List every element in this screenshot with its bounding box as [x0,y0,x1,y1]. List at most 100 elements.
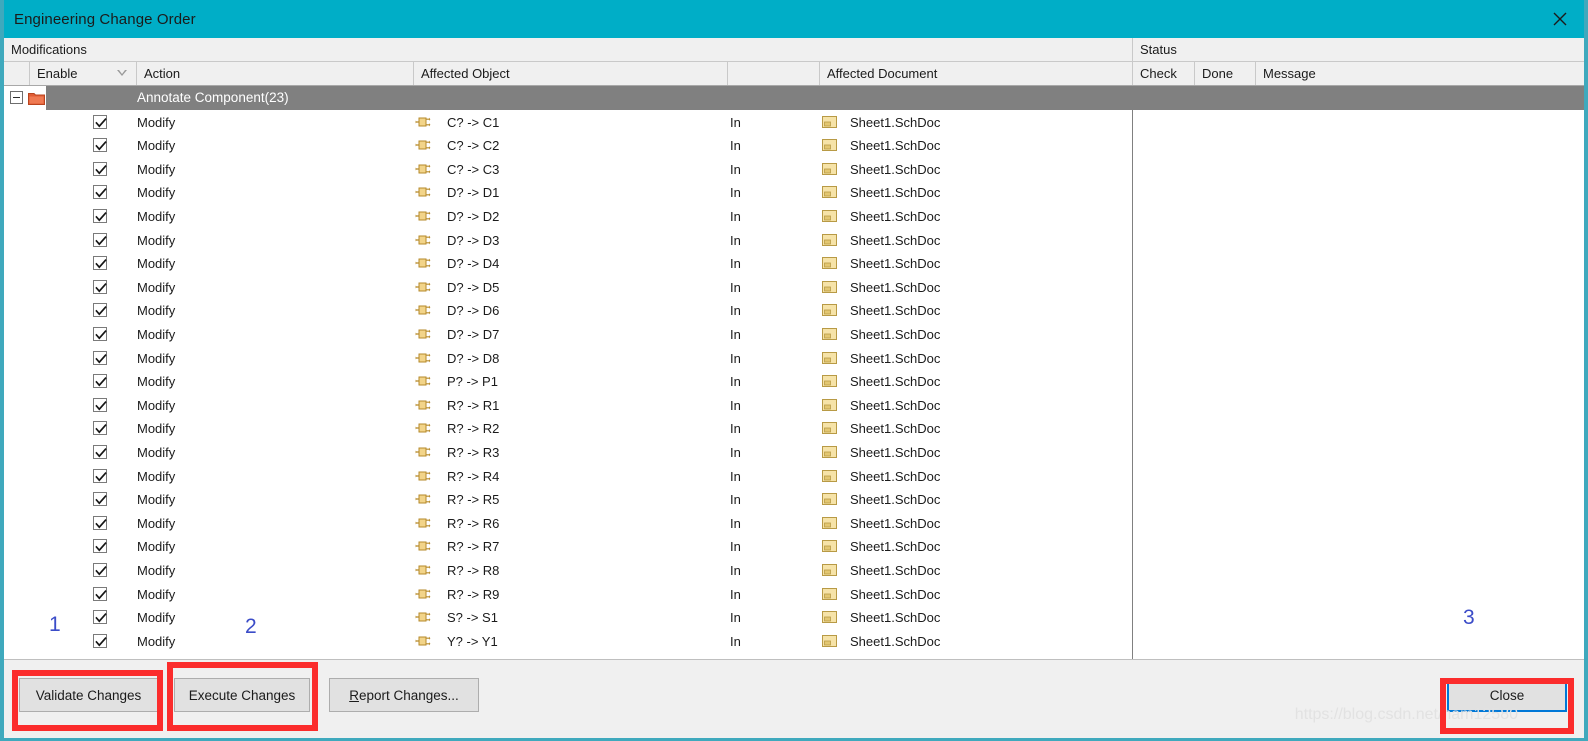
affected-document-cell: Sheet1.SchDoc [850,441,940,465]
validate-changes-button[interactable]: Validate Changes [19,678,158,712]
schematic-document-icon [822,611,838,624]
enable-checkbox[interactable] [93,185,107,199]
check-icon [95,423,107,435]
table-row[interactable]: ModifyD? -> D7InSheet1.SchDoc [4,323,1584,347]
table-row[interactable]: ModifyD? -> D5InSheet1.SchDoc [4,276,1584,300]
folder-icon [28,91,45,105]
column-header-enable[interactable]: Enable [29,62,136,85]
collapse-minus-icon[interactable] [10,91,23,104]
table-row[interactable]: ModifyD? -> D1InSheet1.SchDoc [4,181,1584,205]
annotation-number-1: 1 [49,613,61,637]
enable-checkbox[interactable] [93,539,107,553]
enable-checkbox[interactable] [93,492,107,506]
table-row[interactable]: ModifyC? -> C2InSheet1.SchDoc [4,134,1584,158]
column-header-rowmarker[interactable] [4,62,29,85]
column-header-done[interactable]: Done [1194,62,1255,85]
column-header-action[interactable]: Action [136,62,413,85]
column-header-affected-object-label: Affected Object [421,66,510,81]
execute-changes-button[interactable]: Execute Changes [174,678,310,712]
affected-object-cell: R? -> R9 [447,583,499,607]
watermark: https://blog.csdn.net/nam12580 [1295,706,1518,724]
table-row[interactable]: ModifyR? -> R3InSheet1.SchDoc [4,441,1584,465]
action-cell: Modify [137,299,175,323]
table-row[interactable]: ModifyR? -> R7InSheet1.SchDoc [4,535,1584,559]
schematic-document-icon [822,304,838,317]
enable-checkbox[interactable] [93,327,107,341]
table-row[interactable]: ModifyC? -> C1InSheet1.SchDoc [4,111,1584,135]
enable-checkbox[interactable] [93,610,107,624]
affected-document-cell: Sheet1.SchDoc [850,630,940,654]
component-icon [415,280,431,294]
check-icon [95,447,107,459]
affected-object-cell: R? -> R8 [447,559,499,583]
enable-checkbox[interactable] [93,516,107,530]
schematic-document-icon [822,422,838,435]
check-icon [95,117,107,129]
enable-checkbox[interactable] [93,634,107,648]
column-header-check-label: Check [1140,66,1177,81]
enable-checkbox[interactable] [93,209,107,223]
enable-checkbox[interactable] [93,587,107,601]
report-changes-button[interactable]: Report Changes... [329,678,479,712]
affected-object-cell: S? -> S1 [447,606,498,630]
schematic-document-icon [822,446,838,459]
enable-checkbox[interactable] [93,138,107,152]
enable-checkbox[interactable] [93,421,107,435]
affected-document-cell: Sheet1.SchDoc [850,465,940,489]
table-row[interactable]: ModifyP? -> P1InSheet1.SchDoc [4,370,1584,394]
enable-checkbox[interactable] [93,351,107,365]
enable-checkbox[interactable] [93,374,107,388]
enable-checkbox[interactable] [93,280,107,294]
enable-checkbox[interactable] [93,398,107,412]
close-window-button[interactable] [1532,0,1588,38]
modifications-grid[interactable]: Annotate Component(23) ModifyC? -> C1InS… [4,86,1584,659]
column-header-affected-object[interactable]: Affected Object [413,62,727,85]
table-row[interactable]: ModifyD? -> D4InSheet1.SchDoc [4,252,1584,276]
column-header-spacer[interactable] [727,62,819,85]
schematic-document-icon [822,210,838,223]
enable-checkbox[interactable] [93,162,107,176]
group-row-annotate-component[interactable]: Annotate Component(23) [4,86,1584,110]
table-row[interactable]: ModifyY? -> Y1InSheet1.SchDoc [4,630,1584,654]
window-title: Engineering Change Order [14,11,196,28]
table-row[interactable]: ModifyR? -> R5InSheet1.SchDoc [4,488,1584,512]
table-row[interactable]: ModifyR? -> R8InSheet1.SchDoc [4,559,1584,583]
engineering-change-order-dialog: Engineering Change Order Modifications S… [0,0,1588,741]
panel-group-header: Modifications Status [4,38,1584,62]
table-row[interactable]: ModifyR? -> R1InSheet1.SchDoc [4,394,1584,418]
relation-cell: In [730,606,741,630]
affected-document-cell: Sheet1.SchDoc [850,488,940,512]
status-panel-header: Status [1132,38,1584,61]
enable-checkbox[interactable] [93,469,107,483]
enable-checkbox[interactable] [93,233,107,247]
table-row[interactable]: ModifyS? -> S1InSheet1.SchDoc [4,606,1584,630]
component-icon [415,233,431,247]
check-icon [95,353,107,365]
enable-checkbox[interactable] [93,115,107,129]
column-header-message[interactable]: Message [1255,62,1584,85]
schematic-document-icon [822,352,838,365]
check-icon [95,305,107,317]
enable-checkbox[interactable] [93,256,107,270]
check-icon [95,140,107,152]
group-row-label: Annotate Component(23) [137,86,289,110]
relation-cell: In [730,394,741,418]
table-row[interactable]: ModifyD? -> D8InSheet1.SchDoc [4,347,1584,371]
check-icon [95,400,107,412]
table-row[interactable]: ModifyD? -> D2InSheet1.SchDoc [4,205,1584,229]
table-row[interactable]: ModifyR? -> R4InSheet1.SchDoc [4,465,1584,489]
affected-object-cell: D? -> D1 [447,181,499,205]
table-row[interactable]: ModifyR? -> R2InSheet1.SchDoc [4,417,1584,441]
table-row[interactable]: ModifyC? -> C3InSheet1.SchDoc [4,158,1584,182]
column-header-affected-document[interactable]: Affected Document [819,62,1132,85]
affected-document-cell: Sheet1.SchDoc [850,299,940,323]
table-row[interactable]: ModifyD? -> D3InSheet1.SchDoc [4,229,1584,253]
relation-cell: In [730,370,741,394]
enable-checkbox[interactable] [93,303,107,317]
enable-checkbox[interactable] [93,563,107,577]
table-row[interactable]: ModifyR? -> R6InSheet1.SchDoc [4,512,1584,536]
enable-checkbox[interactable] [93,445,107,459]
column-header-check[interactable]: Check [1132,62,1194,85]
table-row[interactable]: ModifyD? -> D6InSheet1.SchDoc [4,299,1584,323]
table-row[interactable]: ModifyR? -> R9InSheet1.SchDoc [4,583,1584,607]
